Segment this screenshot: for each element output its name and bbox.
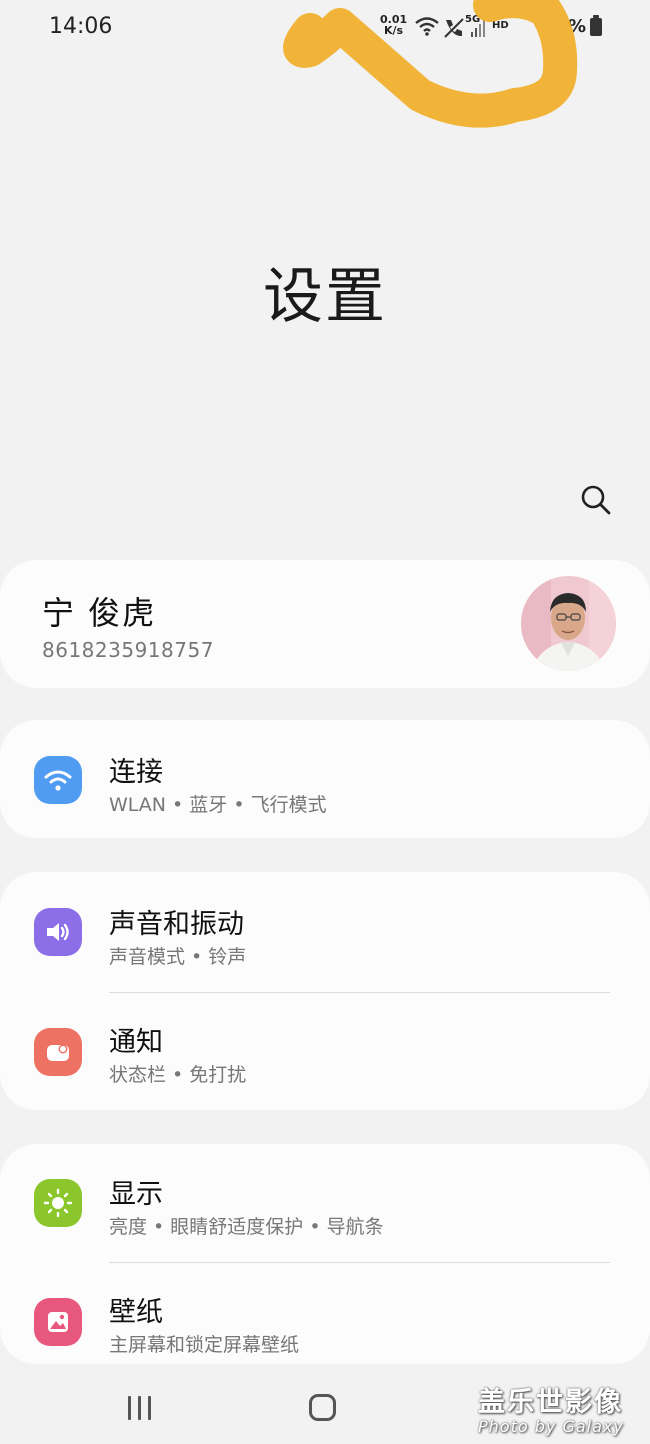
- notifications-title: 通知: [109, 1027, 163, 1058]
- avatar[interactable]: [521, 576, 616, 671]
- wifi-icon: [34, 756, 82, 804]
- avatar-photo: [521, 576, 616, 671]
- settings-item-display[interactable]: 显示 亮度 • 眼睛舒适度保护 • 导航条: [0, 1144, 650, 1262]
- profile-phone: 8618235918757: [42, 638, 214, 662]
- profile-name: 宁 俊虎: [42, 594, 157, 632]
- watermark: 盖乐世影像 Photo by Galaxy: [478, 1380, 624, 1436]
- notifications-subtitle: 状态栏 • 免打扰: [109, 1064, 247, 1086]
- connections-subtitle: WLAN • 蓝牙 • 飞行模式: [109, 794, 327, 816]
- battery-icon: [590, 15, 602, 36]
- page-title: 设置: [263, 262, 387, 332]
- volume-icon: [34, 908, 82, 956]
- settings-screen: 14:06 0.01 K/s 5G HD % 设置 宁 俊虎 861823591…: [0, 0, 650, 1444]
- watermark-subtitle: Photo by Galaxy: [478, 1417, 624, 1436]
- recents-button[interactable]: [128, 1396, 154, 1420]
- scribble-annotation: [283, 0, 578, 128]
- settings-item-connections[interactable]: 连接 WLAN • 蓝牙 • 飞行模式: [0, 720, 650, 838]
- display-title: 显示: [109, 1179, 163, 1210]
- settings-item-wallpaper[interactable]: 壁纸 主屏幕和锁定屏幕壁纸: [0, 1262, 650, 1364]
- sound-title: 声音和振动: [109, 909, 244, 940]
- search-icon: [581, 485, 611, 515]
- home-button[interactable]: [309, 1394, 336, 1421]
- watermark-title: 盖乐世影像: [478, 1387, 623, 1418]
- image-icon: [34, 1298, 82, 1346]
- search-button[interactable]: [576, 480, 616, 520]
- wallpaper-subtitle: 主屏幕和锁定屏幕壁纸: [109, 1334, 300, 1356]
- status-time: 14:06: [49, 14, 113, 39]
- wallpaper-title: 壁纸: [109, 1297, 163, 1328]
- sun-icon: [34, 1179, 82, 1227]
- settings-item-notifications[interactable]: 通知 状态栏 • 免打扰: [0, 992, 650, 1110]
- settings-item-sound[interactable]: 声音和振动 声音模式 • 铃声: [0, 872, 650, 992]
- notification-icon: [34, 1028, 82, 1076]
- connections-title: 连接: [109, 757, 163, 788]
- sound-subtitle: 声音模式 • 铃声: [109, 946, 247, 968]
- display-subtitle: 亮度 • 眼睛舒适度保护 • 导航条: [109, 1216, 384, 1238]
